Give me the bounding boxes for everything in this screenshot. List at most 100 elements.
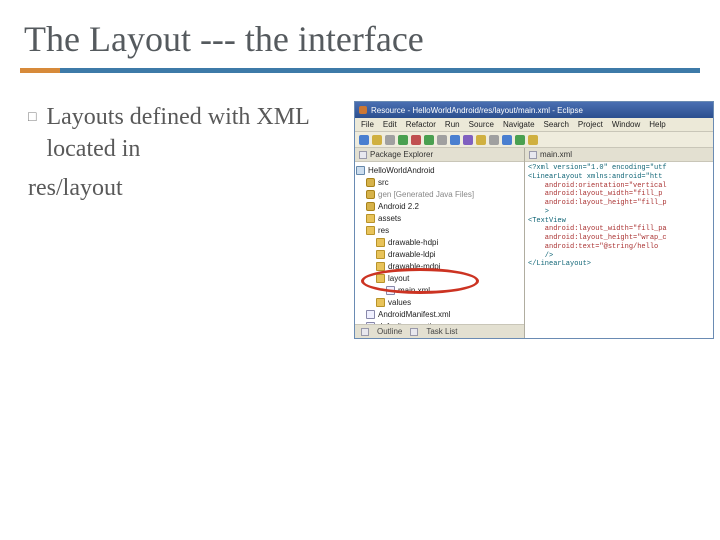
tree-label: main.xml — [398, 286, 430, 295]
code-line: android:layout_width="fill_pa — [528, 225, 667, 233]
folder-icon — [376, 262, 385, 271]
editor-tab-label: main.xml — [540, 150, 572, 159]
menu-project[interactable]: Project — [578, 120, 603, 129]
bullet-glyph: □ — [28, 109, 36, 128]
toolbar-icon[interactable] — [476, 135, 486, 145]
tree-label: drawable-ldpi — [388, 250, 436, 259]
folder-icon — [376, 250, 385, 259]
toolbar-icon[interactable] — [502, 135, 512, 145]
toolbar-icon[interactable] — [385, 135, 395, 145]
menu-refactor[interactable]: Refactor — [406, 120, 436, 129]
menu-file[interactable]: File — [361, 120, 374, 129]
bottom-tabs[interactable]: Outline Task List — [355, 324, 524, 338]
code-line: /> — [528, 252, 553, 260]
package-explorer-tab[interactable]: Package Explorer — [355, 148, 524, 162]
tree-label: AndroidManifest.xml — [378, 310, 450, 319]
toolbar-icon[interactable] — [515, 135, 525, 145]
tree-label: layout — [388, 274, 409, 283]
folder-icon — [376, 238, 385, 247]
menu-edit[interactable]: Edit — [383, 120, 397, 129]
right-column: Resource - HelloWorldAndroid/res/layout/… — [354, 101, 714, 339]
tree-label: assets — [378, 214, 401, 223]
tree-drawable-ldpi[interactable]: drawable-ldpi — [356, 248, 522, 260]
toolbar-icon[interactable] — [359, 135, 369, 145]
menu-run[interactable]: Run — [445, 120, 460, 129]
toolbar-icon[interactable] — [424, 135, 434, 145]
tree-drawable-hdpi[interactable]: drawable-hdpi — [356, 236, 522, 248]
toolbar-icon[interactable] — [411, 135, 421, 145]
tab-outline[interactable]: Outline — [377, 327, 402, 336]
tree-drawable-mdpi[interactable]: drawable-mdpi — [356, 260, 522, 272]
content-area: □ Layouts defined with XML located in re… — [0, 73, 720, 339]
toolbar-icon[interactable] — [489, 135, 499, 145]
tree-main-xml[interactable]: main.xml — [356, 284, 522, 296]
tree-src[interactable]: src — [356, 176, 522, 188]
package-icon — [366, 190, 375, 199]
tree-gen[interactable]: gen [Generated Java Files] — [356, 188, 522, 200]
toolbar-icon[interactable] — [372, 135, 382, 145]
package-explorer-pane: Package Explorer HelloWorldAndroid src g… — [355, 148, 525, 338]
toolbar-icon[interactable] — [450, 135, 460, 145]
menu-search[interactable]: Search — [544, 120, 569, 129]
tree-assets[interactable]: assets — [356, 212, 522, 224]
tree-label: res — [378, 226, 389, 235]
tasklist-icon — [410, 328, 418, 336]
tree-label: drawable-mdpi — [388, 262, 440, 271]
code-line: android:layout_height="wrap_c — [528, 234, 667, 242]
toolbar-run-icon[interactable] — [398, 135, 408, 145]
tree-label: Android 2.2 — [378, 202, 419, 211]
tree-android[interactable]: Android 2.2 — [356, 200, 522, 212]
folder-icon — [376, 298, 385, 307]
tree-values[interactable]: values — [356, 296, 522, 308]
code-line: android:orientation="vertical — [528, 182, 667, 190]
tree-manifest[interactable]: AndroidManifest.xml — [356, 308, 522, 320]
xml-file-icon — [386, 286, 395, 295]
code-line: android:layout_height="fill_p — [528, 199, 667, 207]
code-line: <LinearLayout xmlns:android="htt — [528, 173, 662, 181]
menu-help[interactable]: Help — [649, 120, 665, 129]
editor-pane: main.xml <?xml version="1.0" encoding="u… — [525, 148, 713, 338]
outline-icon — [361, 328, 369, 336]
eclipse-ide-window: Resource - HelloWorldAndroid/res/layout/… — [354, 101, 714, 339]
editor-tab[interactable]: main.xml — [525, 148, 713, 162]
title-rule — [20, 68, 700, 73]
xml-file-icon — [366, 310, 375, 319]
code-editor[interactable]: <?xml version="1.0" encoding="utf <Linea… — [525, 162, 713, 338]
package-icon — [366, 178, 375, 187]
folder-icon — [366, 226, 375, 235]
file-icon — [366, 322, 375, 325]
project-icon — [356, 166, 365, 175]
app-icon — [359, 106, 367, 114]
tree-label: default.properties — [378, 322, 440, 325]
menu-source[interactable]: Source — [469, 120, 494, 129]
tree-project[interactable]: HelloWorldAndroid — [356, 164, 522, 176]
toolbar-icon[interactable] — [528, 135, 538, 145]
window-title: Resource - HelloWorldAndroid/res/layout/… — [371, 106, 583, 115]
left-column: □ Layouts defined with XML located in re… — [28, 101, 348, 339]
tree-label: gen [Generated Java Files] — [378, 190, 474, 199]
bullet-item: □ Layouts defined with XML located in — [28, 101, 348, 166]
library-icon — [366, 202, 375, 211]
code-line: > — [528, 208, 549, 216]
package-explorer-icon — [359, 151, 367, 159]
folder-icon — [376, 274, 385, 283]
bullet-text-line1: Layouts defined with XML located in — [46, 101, 348, 166]
tree-res[interactable]: res — [356, 224, 522, 236]
slide-title: The Layout --- the interface — [0, 0, 720, 68]
toolbar-icon[interactable] — [463, 135, 473, 145]
code-line: </LinearLayout> — [528, 260, 591, 268]
menu-navigate[interactable]: Navigate — [503, 120, 535, 129]
tree-layout[interactable]: layout — [356, 272, 522, 284]
ide-toolbar[interactable] — [355, 132, 713, 148]
ide-body: Package Explorer HelloWorldAndroid src g… — [355, 148, 713, 338]
xml-file-icon — [529, 151, 537, 159]
folder-icon — [366, 214, 375, 223]
tree-label: HelloWorldAndroid — [368, 166, 435, 175]
ide-menubar[interactable]: File Edit Refactor Run Source Navigate S… — [355, 118, 713, 132]
tree-defprops[interactable]: default.properties — [356, 320, 522, 324]
project-tree[interactable]: HelloWorldAndroid src gen [Generated Jav… — [355, 162, 524, 324]
toolbar-icon[interactable] — [437, 135, 447, 145]
code-line: <?xml version="1.0" encoding="utf — [528, 164, 667, 172]
tab-tasklist[interactable]: Task List — [426, 327, 457, 336]
menu-window[interactable]: Window — [612, 120, 640, 129]
